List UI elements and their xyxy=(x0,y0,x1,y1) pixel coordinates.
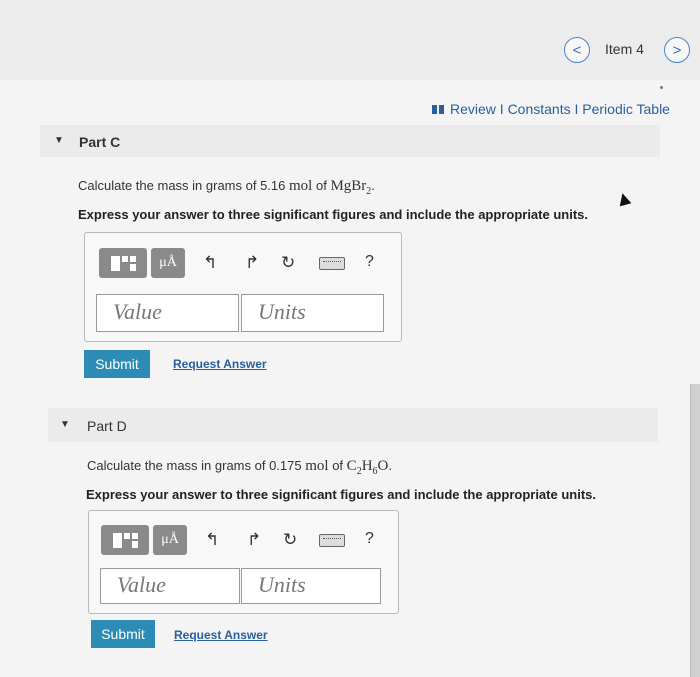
templates-icon[interactable] xyxy=(99,248,147,278)
previous-item-button[interactable]: < xyxy=(564,37,590,63)
part-c-toolbar: μÅ ↰ ↱ ↻ ? xyxy=(85,233,401,293)
reset-icon[interactable]: ↻ xyxy=(283,530,297,550)
part-c-value-input[interactable]: Value xyxy=(96,294,239,332)
collapse-triangle-icon[interactable]: ▼ xyxy=(54,135,64,146)
part-d-units-input[interactable]: Units xyxy=(241,568,381,604)
collapse-triangle-icon[interactable]: ▼ xyxy=(60,419,70,430)
part-d-toolbar: μÅ ↰ ↱ ↻ ? xyxy=(89,511,398,571)
part-c-question: Calculate the mass in grams of 5.16 mol … xyxy=(78,178,375,197)
part-d-value-input[interactable]: Value xyxy=(100,568,240,604)
part-d-submit-button[interactable]: Submit xyxy=(91,620,155,648)
item-label: Item 4 xyxy=(605,41,644,57)
part-c-answer-box: μÅ ↰ ↱ ↻ ? Value Units xyxy=(84,232,402,342)
part-c-units-input[interactable]: Units xyxy=(241,294,384,332)
book-icon xyxy=(432,104,444,114)
reset-icon[interactable]: ↻ xyxy=(281,253,295,273)
part-d-instruction: Express your answer to three significant… xyxy=(86,487,596,502)
part-c-header[interactable]: ▼ Part C xyxy=(40,125,660,157)
next-item-button[interactable]: > xyxy=(664,37,690,63)
keyboard-icon[interactable] xyxy=(319,534,345,547)
redo-icon[interactable]: ↱ xyxy=(245,253,259,273)
templates-icon[interactable] xyxy=(101,525,149,555)
part-d-header[interactable]: ▼ Part D xyxy=(48,408,658,442)
undo-icon[interactable]: ↰ xyxy=(203,253,217,273)
help-icon[interactable]: ? xyxy=(365,253,374,271)
part-c-request-answer-link[interactable]: Request Answer xyxy=(173,357,267,371)
undo-icon[interactable]: ↰ xyxy=(205,530,219,550)
part-c-submit-button[interactable]: Submit xyxy=(84,350,150,378)
part-c-instruction: Express your answer to three significant… xyxy=(78,207,588,222)
part-d-answer-box: μÅ ↰ ↱ ↻ ? Value Units xyxy=(88,510,399,614)
scrollbar[interactable] xyxy=(690,384,700,677)
units-symbol-button[interactable]: μÅ xyxy=(153,525,187,555)
dot-decoration xyxy=(660,86,663,89)
part-c-title: Part C xyxy=(79,134,121,150)
part-d-request-answer-link[interactable]: Request Answer xyxy=(174,628,268,642)
mouse-cursor-icon xyxy=(616,191,632,207)
part-d-title: Part D xyxy=(87,418,127,434)
reference-links-label[interactable]: Review I Constants I Periodic Table xyxy=(450,101,670,117)
part-d-question: Calculate the mass in grams of 0.175 mol… xyxy=(87,458,392,477)
reference-links[interactable]: Review I Constants I Periodic Table xyxy=(432,101,670,117)
units-symbol-button[interactable]: μÅ xyxy=(151,248,185,278)
top-bar: < Item 4 > xyxy=(0,0,700,80)
keyboard-icon[interactable] xyxy=(319,257,345,270)
redo-icon[interactable]: ↱ xyxy=(247,530,261,550)
help-icon[interactable]: ? xyxy=(365,530,374,548)
